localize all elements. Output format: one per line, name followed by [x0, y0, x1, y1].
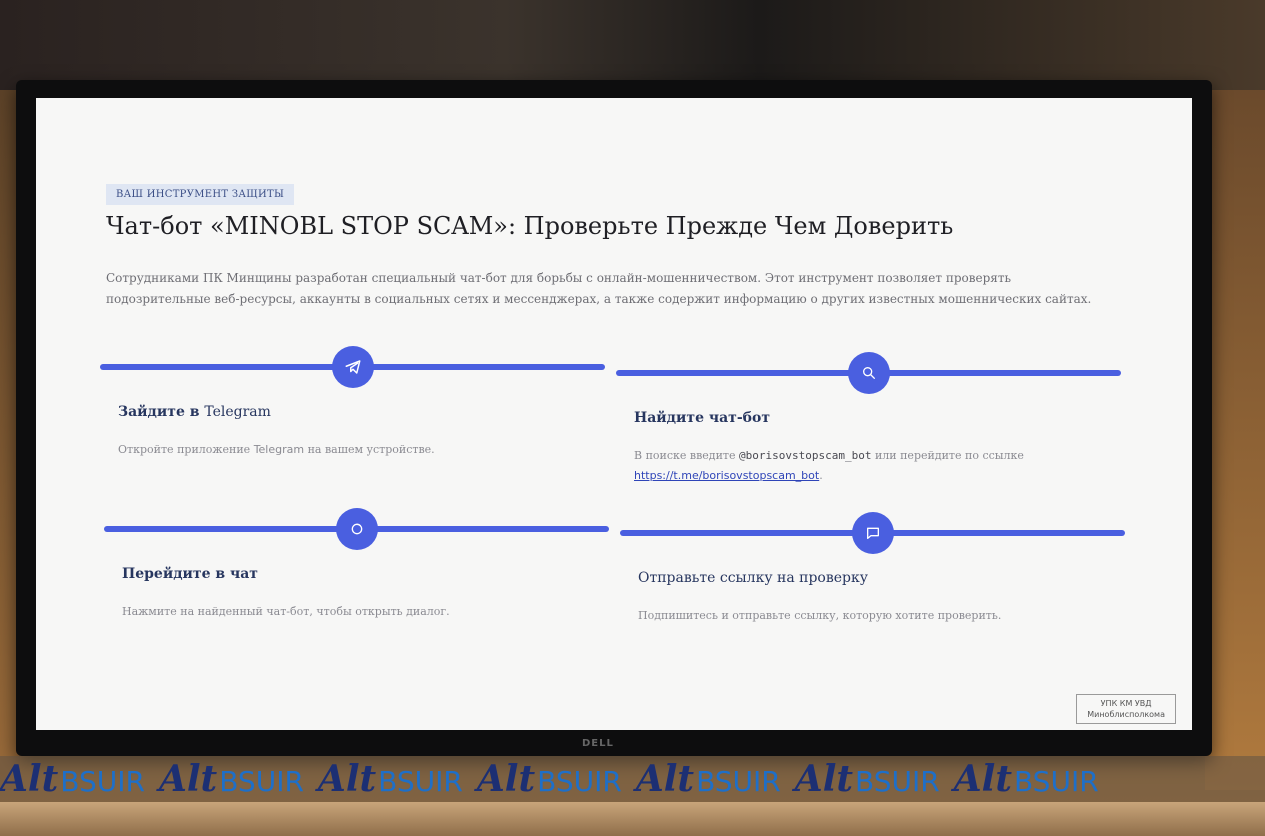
organization-stamp: УПК КМ УВД Миноблисполкома: [1076, 694, 1176, 724]
watermark-logo: Alt: [635, 758, 695, 800]
monitor-bezel: ВАШ ИНСТРУМЕНТ ЗАЩИТЫ Чат-бот «MINOBL ST…: [16, 80, 1212, 756]
step-description: Подпишитесь и отправьте ссылку, которую …: [638, 609, 1002, 622]
chat-open-icon: [336, 508, 378, 550]
section-badge: ВАШ ИНСТРУМЕНТ ЗАЩИТЫ: [106, 184, 295, 205]
watermark-text: BSUIR: [696, 765, 781, 798]
screen: ВАШ ИНСТРУМЕНТ ЗАЩИТЫ Чат-бот «MINOBL ST…: [36, 98, 1192, 730]
background-right: [1205, 90, 1265, 790]
watermark-logo: Alt: [953, 758, 1012, 800]
watermark-logo: Alt: [158, 758, 218, 800]
watermark-logo: Alt: [794, 758, 854, 800]
background-wall: [0, 0, 1265, 90]
bot-link[interactable]: https://t.me/borisovstopscam_bot: [634, 469, 819, 482]
message-icon: [852, 512, 894, 554]
desk-surface: [0, 802, 1265, 836]
watermark-item: Alt BSUIR: [0, 758, 145, 800]
step-description: В поиске введите @borisovstopscam_bot ил…: [634, 449, 1024, 482]
watermark-logo: Alt: [476, 758, 536, 800]
step-description: Откройте приложение Telegram на вашем ус…: [118, 443, 435, 456]
step-title: Перейдите в чат: [122, 566, 258, 582]
watermark-text: BSUIR: [537, 765, 622, 798]
watermark-item: Alt BSUIR: [795, 758, 940, 800]
step-title: Найдите чат-бот: [634, 410, 771, 426]
search-icon: [848, 352, 890, 394]
watermark-item: Alt BSUIR: [954, 758, 1099, 800]
watermark-strip: Alt BSUIR Alt BSUIR Alt BSUIR Alt BSUIR Alt B…: [0, 756, 1265, 802]
watermark-item: Alt BSUIR: [477, 758, 622, 800]
stamp-line: УПК КМ УВД: [1100, 699, 1152, 708]
watermark-logo: Alt: [0, 758, 59, 800]
watermark-text: BSUIR: [219, 765, 304, 798]
step-title: Зайдите в Telegram: [118, 404, 271, 420]
step-title: Отправьте ссылку на проверку: [638, 570, 868, 586]
watermark-logo: Alt: [317, 758, 377, 800]
watermark-text: BSUIR: [855, 765, 940, 798]
stamp-line: Миноблисполкома: [1087, 710, 1165, 719]
watermark-item: Alt BSUIR: [318, 758, 463, 800]
watermark-text: BSUIR: [60, 765, 145, 798]
intro-text: Сотрудниками ПК Минщины разработан специ…: [106, 271, 1092, 306]
watermark-item: Alt BSUIR: [636, 758, 781, 800]
page-title: Чат-бот «MINOBL STOP SCAM»: Проверьте Пр…: [106, 212, 954, 240]
watermark-item: Alt BSUIR: [159, 758, 304, 800]
monitor-brand-logo: DELL: [582, 738, 614, 749]
telegram-icon: [332, 346, 374, 388]
step-description: Нажмите на найденный чат-бот, чтобы откр…: [122, 605, 450, 618]
watermark-text: BSUIR: [378, 765, 463, 798]
watermark-text: BSUIR: [1013, 765, 1099, 798]
